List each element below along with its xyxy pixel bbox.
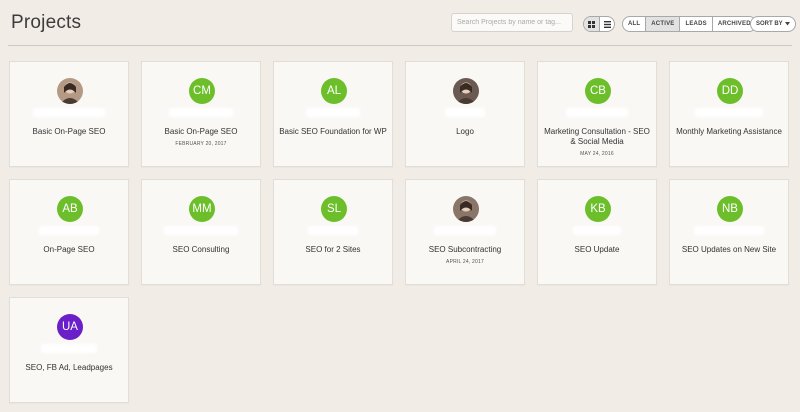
client-name-redacted [308, 226, 358, 235]
project-name: Basic SEO Foundation for WP [278, 127, 388, 137]
client-name-redacted [39, 226, 99, 235]
project-card[interactable]: KB SEO Update [537, 179, 657, 285]
avatar-initials: SL [321, 196, 347, 222]
project-card[interactable]: SEO Subcontracting APRIL 24, 2017 [405, 179, 525, 285]
project-title: Marketing Consultation - SEO & Social Me… [544, 127, 650, 146]
project-title: SEO Update [574, 245, 620, 254]
project-title: SEO Subcontracting [428, 245, 502, 254]
client-name-redacted [169, 108, 233, 117]
project-title: SEO, FB Ad, Leadpages [25, 363, 113, 372]
project-name: SEO Updates on New Site [674, 245, 784, 255]
project-card[interactable]: AB On-Page SEO [9, 179, 129, 285]
project-card[interactable]: Logo [405, 61, 525, 167]
avatar-initials: DD [717, 78, 743, 104]
avatar-initials: CM [189, 78, 215, 104]
client-name-redacted [566, 108, 628, 117]
page-title: Projects [11, 12, 82, 33]
client-name-redacted [573, 226, 621, 235]
project-name: SEO Update [542, 245, 652, 255]
client-name-redacted [306, 108, 360, 117]
project-name: SEO for 2 Sites [278, 245, 388, 255]
avatar-initials: AL [321, 78, 347, 104]
avatar-initials: CB [585, 78, 611, 104]
project-card[interactable]: AL Basic SEO Foundation for WP [273, 61, 393, 167]
project-title: SEO Consulting [172, 245, 230, 254]
chevron-down-icon [784, 22, 790, 26]
avatar-initials: UA [57, 314, 83, 340]
client-name-redacted [33, 108, 105, 117]
avatar-initials: AB [57, 196, 83, 222]
grid-icon [588, 20, 595, 28]
list-view-button[interactable] [599, 17, 614, 31]
project-title: On-Page SEO [43, 245, 95, 254]
client-name-redacted [41, 344, 97, 353]
client-name-redacted [445, 108, 485, 117]
project-title: Logo [456, 127, 474, 136]
project-name: SEO Consulting [146, 245, 256, 255]
filter-leads[interactable]: LEADS [679, 17, 711, 31]
avatar-photo [453, 78, 479, 104]
project-name: On-Page SEO [14, 245, 124, 255]
project-date: MAY 24, 2016 [580, 151, 614, 157]
project-card[interactable]: Basic On-Page SEO [9, 61, 129, 167]
project-title: Basic On-Page SEO [32, 127, 106, 136]
view-toggle [583, 16, 615, 32]
project-card[interactable]: SL SEO for 2 Sites [273, 179, 393, 285]
list-icon [603, 20, 611, 28]
project-title: SEO for 2 Sites [305, 245, 361, 254]
project-title: SEO Updates on New Site [681, 245, 777, 254]
project-name: Basic On-Page SEO FEBRUARY 20, 2017 [146, 127, 256, 149]
avatar-photo [57, 78, 83, 104]
search-input[interactable] [451, 13, 573, 32]
avatar-initials: MM [189, 196, 215, 222]
project-name: Logo [410, 127, 520, 137]
sort-by-label: SORT BY [756, 21, 783, 27]
avatar-photo [453, 196, 479, 222]
project-title: Basic On-Page SEO [164, 127, 238, 136]
project-date: APRIL 24, 2017 [446, 259, 484, 265]
project-date: FEBRUARY 20, 2017 [175, 141, 227, 147]
project-card[interactable]: UA SEO, FB Ad, Leadpages [9, 297, 129, 403]
project-name: Marketing Consultation - SEO & Social Me… [542, 127, 652, 159]
client-name-redacted [695, 108, 763, 117]
project-card[interactable]: CM Basic On-Page SEO FEBRUARY 20, 2017 [141, 61, 261, 167]
grid-view-button[interactable] [584, 17, 599, 31]
project-name: SEO, FB Ad, Leadpages [14, 363, 124, 373]
filter-active[interactable]: ACTIVE [645, 17, 680, 31]
project-name: SEO Subcontracting APRIL 24, 2017 [410, 245, 520, 267]
filter-tabs: ALL ACTIVE LEADS ARCHIVED [622, 16, 757, 32]
project-title: Basic SEO Foundation for WP [279, 127, 387, 136]
client-name-redacted [694, 226, 764, 235]
project-card[interactable]: MM SEO Consulting [141, 179, 261, 285]
project-name: Monthly Marketing Assistance [674, 127, 784, 137]
filter-all[interactable]: ALL [623, 17, 645, 31]
client-name-redacted [164, 226, 238, 235]
project-name: Basic On-Page SEO [14, 127, 124, 137]
sort-by-button[interactable]: SORT BY [750, 16, 796, 32]
page-header: Projects ALL ACTIVE LEADS ARCHIVED SORT … [0, 0, 800, 46]
project-card[interactable]: NB SEO Updates on New Site [669, 179, 789, 285]
avatar-initials: KB [585, 196, 611, 222]
header-divider [8, 45, 792, 46]
project-card[interactable]: DD Monthly Marketing Assistance [669, 61, 789, 167]
avatar-initials: NB [717, 196, 743, 222]
project-title: Monthly Marketing Assistance [676, 127, 782, 136]
client-name-redacted [434, 226, 496, 235]
project-card[interactable]: CB Marketing Consultation - SEO & Social … [537, 61, 657, 167]
